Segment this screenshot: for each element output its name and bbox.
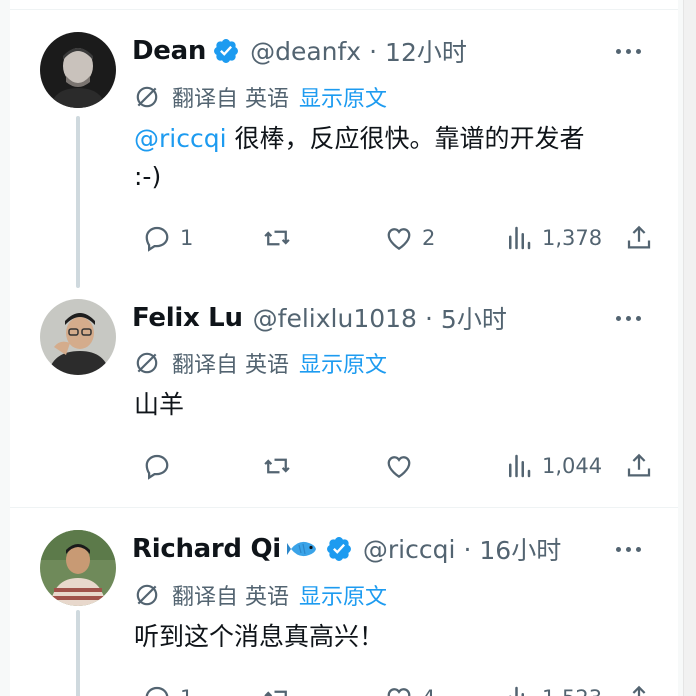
tweet-header: Richard Qi @riccqi · 16小时	[132, 532, 561, 566]
translated-from-label: 翻译自 英语	[172, 353, 289, 378]
views-count: 1,378	[542, 226, 603, 250]
like-button[interactable]: 2	[384, 220, 435, 256]
avatar-dean[interactable]	[40, 32, 116, 108]
tweet-header: Dean @deanfx · 12小时	[132, 34, 467, 68]
like-icon	[387, 228, 411, 250]
views-count: 1,044	[542, 454, 603, 478]
views-icon	[509, 454, 531, 478]
meta-separator: ·	[463, 534, 472, 564]
reply-icon	[145, 454, 169, 480]
thread-line	[76, 610, 80, 696]
reply-count: 1	[180, 686, 193, 696]
tweet-text: 听到这个消息真高兴！	[134, 618, 644, 656]
author-handle[interactable]: @deanfx	[250, 37, 361, 66]
reply-icon	[145, 226, 169, 252]
like-button[interactable]	[384, 448, 422, 484]
tweet-time[interactable]: 12小时	[385, 33, 467, 69]
author-name[interactable]: Dean	[132, 36, 206, 66]
action-bar: 1 2 1,378	[134, 220, 654, 256]
like-count: 4	[422, 686, 435, 696]
avatar-felix[interactable]	[40, 299, 116, 375]
tweet-text: @riccqi 很棒，反应很快。靠谱的开发者 :-)	[134, 120, 644, 196]
fish-emoji	[286, 541, 316, 557]
tweet-text: 山羊	[134, 386, 644, 424]
like-icon	[387, 456, 411, 478]
tweet-time[interactable]: 16小时	[479, 531, 561, 567]
like-count: 2	[422, 226, 436, 250]
tweet-text-line2: :-)	[134, 162, 162, 191]
avatar-dean-image	[40, 32, 116, 108]
views-button[interactable]: 1,044	[504, 448, 602, 484]
translate-row: 翻译自 英语 显示原文	[134, 81, 387, 113]
scrollbar-track[interactable]	[683, 0, 696, 696]
avatar-richard-image	[40, 530, 116, 606]
translated-from-label: 翻译自 英语	[172, 87, 289, 112]
share-button[interactable]	[624, 220, 654, 256]
verified-badge-icon[interactable]	[325, 535, 353, 563]
reply-tweet-dean[interactable]: Dean @deanfx · 12小时 翻译自 英语 显示原文 @riccqi …	[10, 0, 678, 288]
retweet-icon	[264, 458, 290, 474]
author-name[interactable]: Felix Lu	[132, 303, 243, 333]
thread-line	[76, 116, 80, 288]
show-original-link[interactable]: 显示原文	[299, 579, 387, 611]
show-original-link[interactable]: 显示原文	[299, 347, 387, 379]
meta-separator: ·	[424, 303, 433, 333]
translate-icon	[136, 352, 158, 374]
tweet-text-body: 很棒，反应很快。靠谱的开发者	[226, 124, 585, 153]
share-icon	[627, 225, 651, 249]
retweet-button[interactable]	[262, 220, 300, 256]
translate-icon	[136, 584, 158, 606]
verified-badge-icon[interactable]	[212, 37, 240, 65]
share-icon	[627, 453, 651, 477]
like-icon	[387, 688, 411, 696]
action-bar: 1 4 1,523	[134, 680, 654, 696]
translate-row: 翻译自 英语 显示原文	[134, 579, 387, 611]
mention-link[interactable]: @riccqi	[134, 124, 227, 153]
views-button[interactable]: 1,523	[504, 680, 602, 696]
author-handle[interactable]: @felixlu1018	[253, 304, 417, 333]
avatar-felix-image	[40, 299, 116, 375]
share-icon	[632, 685, 646, 696]
retweet-button[interactable]	[262, 680, 300, 696]
tweet-header: Felix Lu @felixlu1018 · 5小时	[132, 301, 507, 335]
retweet-icon	[264, 690, 287, 696]
tweet-text-body: 山羊	[134, 390, 185, 419]
action-bar: 1,044	[134, 448, 654, 484]
reply-button[interactable]: 1	[142, 220, 193, 256]
tweet-text-body: 听到这个消息真高兴！	[134, 622, 385, 651]
reply-tweet-felix[interactable]: Felix Lu @felixlu1018 · 5小时 翻译自 英语 显示原文 …	[10, 285, 678, 507]
more-icon[interactable]	[612, 532, 644, 566]
author-name[interactable]: Richard Qi	[132, 534, 281, 564]
views-button[interactable]: 1,378	[504, 220, 602, 256]
share-button[interactable]	[624, 680, 654, 696]
views-icon	[509, 226, 531, 250]
like-button[interactable]: 4	[384, 680, 435, 696]
reply-count: 1	[180, 226, 194, 250]
reply-button[interactable]	[142, 448, 180, 484]
more-icon[interactable]	[612, 301, 644, 335]
tweet-time[interactable]: 5小时	[441, 300, 507, 336]
retweet-button[interactable]	[262, 448, 300, 484]
more-icon[interactable]	[612, 34, 644, 68]
views-icon	[509, 686, 524, 696]
translate-icon	[136, 86, 158, 108]
retweet-icon	[264, 230, 290, 246]
reply-icon	[145, 686, 169, 696]
avatar-richard[interactable]	[40, 530, 116, 606]
meta-separator: ·	[369, 36, 378, 66]
reply-button[interactable]: 1	[142, 680, 193, 696]
timeline-column: Dean @deanfx · 12小时 翻译自 英语 显示原文 @riccqi …	[10, 0, 678, 696]
views-count: 1,523	[542, 686, 602, 696]
translated-from-label: 翻译自 英语	[172, 585, 289, 610]
show-original-link[interactable]: 显示原文	[299, 81, 387, 113]
translate-row: 翻译自 英语 显示原文	[134, 347, 387, 379]
author-handle[interactable]: @riccqi	[363, 535, 456, 564]
share-button[interactable]	[624, 448, 654, 484]
reply-tweet-richard[interactable]: Richard Qi @riccqi · 16小时 翻译自 英语 显示原文 听到…	[10, 508, 678, 696]
